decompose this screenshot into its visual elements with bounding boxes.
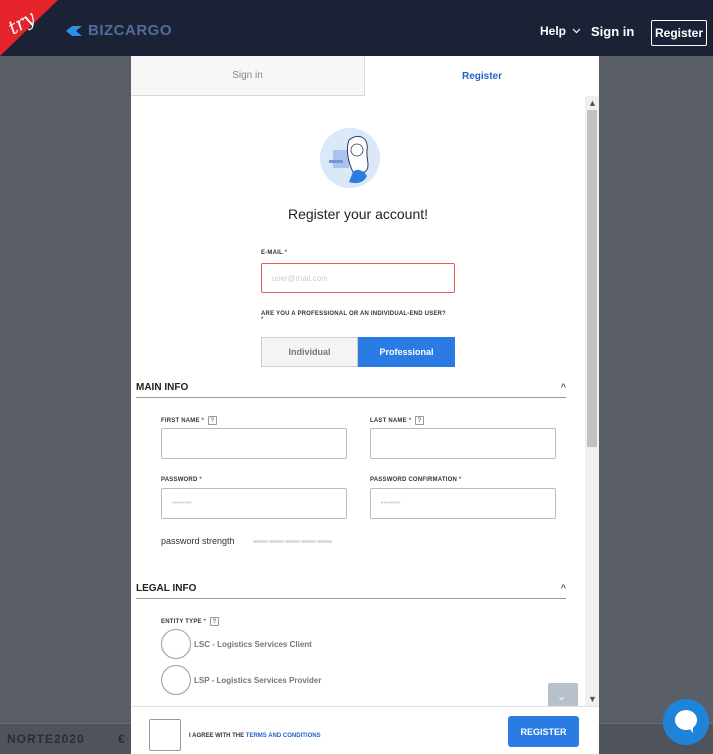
nav-signin-link[interactable]: Sign in	[591, 24, 634, 39]
last-name-label: LAST NAME * ?	[370, 416, 425, 425]
first-name-label-text: FIRST NAME	[161, 418, 200, 425]
professional-option-button[interactable]: Professional	[358, 337, 455, 367]
help-menu[interactable]: Help	[540, 24, 581, 38]
email-field[interactable]: user@mail.com	[261, 263, 455, 293]
legal-info-section-header[interactable]: LEGAL INFO ^	[136, 583, 566, 599]
scroll-down-arrow-icon[interactable]: ▼	[588, 694, 597, 704]
partner-logo-icon: €	[118, 732, 125, 746]
user-type-toggle: Individual Professional	[261, 337, 455, 367]
password-label-text: PASSWORD	[161, 477, 198, 483]
required-mark: *	[408, 418, 412, 425]
chevron-down-icon	[572, 28, 581, 34]
email-label-text: E-MAIL	[261, 250, 283, 256]
strength-bar	[253, 540, 268, 543]
chevron-up-icon[interactable]: ^	[561, 382, 566, 392]
password-confirmation-label-text: PASSWORD CONFIRMATION	[370, 477, 457, 483]
terms-checkbox[interactable]	[149, 719, 181, 751]
email-label: E-MAIL *	[261, 250, 287, 256]
last-name-field[interactable]	[370, 428, 556, 459]
chevron-down-icon: ⌄	[557, 691, 567, 703]
required-mark: *	[284, 250, 288, 256]
password-confirmation-placeholder: ••••••••	[381, 500, 401, 507]
try-ribbon[interactable]: try	[0, 0, 58, 56]
chevron-up-icon[interactable]: ^	[561, 583, 566, 593]
radio-button[interactable]	[161, 665, 191, 695]
help-icon[interactable]: ?	[210, 617, 220, 626]
brand-name: BIZCARGO	[88, 22, 172, 39]
password-confirmation-label: PASSWORD CONFIRMATION *	[370, 477, 461, 483]
legal-info-heading: LEGAL INFO	[136, 583, 197, 594]
tab-signin[interactable]: Sign in	[131, 56, 365, 96]
strength-bar	[301, 540, 316, 543]
register-illustration	[320, 128, 380, 188]
terms-link[interactable]: TERMS AND CONDITIONS	[246, 733, 321, 739]
entity-type-label-text: ENTITY TYPE	[161, 619, 202, 626]
strength-bar	[285, 540, 300, 543]
chat-button[interactable]	[663, 699, 709, 745]
modal-scrollbar[interactable]: ▲ ▼	[585, 96, 599, 706]
brand-logo[interactable]: BIZCARGO	[64, 22, 172, 39]
page-title: Register your account!	[287, 206, 429, 222]
individual-option-button[interactable]: Individual	[261, 337, 358, 367]
tab-register[interactable]: Register	[365, 56, 599, 96]
agree-prefix: I AGREE WITH THE	[189, 733, 245, 739]
required-mark: *	[261, 317, 264, 323]
strength-bar	[317, 540, 332, 543]
required-mark: *	[201, 418, 205, 425]
password-placeholder: ••••••••	[172, 500, 192, 507]
entity-type-label: ENTITY TYPE * ?	[161, 617, 220, 626]
chat-bubble-tail	[687, 725, 693, 733]
required-mark: *	[199, 477, 202, 483]
scroll-up-arrow-icon[interactable]: ▲	[588, 98, 597, 108]
required-mark: *	[203, 619, 207, 626]
chat-bubble-icon	[675, 710, 697, 730]
password-strength-meter	[253, 540, 332, 543]
entity-option-lsc[interactable]: LSC - Logistics Services Client	[161, 629, 312, 659]
first-name-field[interactable]	[161, 428, 347, 459]
entity-option-label: LSP - Logistics Services Provider	[194, 675, 322, 685]
entity-option-lsp[interactable]: LSP - Logistics Services Provider	[161, 665, 321, 695]
register-modal: Sign in Register ▲ ▼ Register your accou…	[131, 56, 599, 754]
entity-option-label: LSC - Logistics Services Client	[194, 639, 312, 649]
required-mark: *	[458, 477, 462, 483]
modal-footer: I AGREE WITH THE TERMS AND CONDITIONS RE…	[131, 706, 599, 754]
radio-button[interactable]	[161, 629, 191, 659]
terms-agreement-text: I AGREE WITH THE TERMS AND CONDITIONS	[189, 733, 321, 739]
register-submit-button[interactable]: REGISTER	[508, 716, 579, 747]
user-type-label: ARE YOU A PROFESSIONAL OR AN INDIVIDUAL-…	[261, 311, 501, 323]
nav-register-button[interactable]: Register	[651, 20, 707, 46]
last-name-label-text: LAST NAME	[370, 418, 407, 425]
help-icon[interactable]: ?	[207, 416, 217, 425]
user-type-question: ARE YOU A PROFESSIONAL OR AN INDIVIDUAL-…	[261, 311, 446, 317]
strength-bar	[269, 540, 284, 543]
scroll-thumb[interactable]	[587, 110, 597, 447]
top-navbar: try BIZCARGO Help Sign in Register	[0, 0, 713, 56]
password-label: PASSWORD *	[161, 477, 202, 483]
main-info-section-header[interactable]: MAIN INFO ^	[136, 382, 566, 398]
password-confirmation-field[interactable]: ••••••••	[370, 488, 556, 519]
help-icon[interactable]: ?	[415, 416, 425, 425]
password-field[interactable]: ••••••••	[161, 488, 347, 519]
norte2020-logo: NORTE2020	[7, 732, 85, 746]
password-strength-label: password strength	[161, 536, 235, 546]
help-label: Help	[540, 24, 567, 38]
auth-tabs: Sign in Register	[131, 56, 599, 96]
main-info-heading: MAIN INFO	[136, 382, 189, 393]
email-placeholder: user@mail.com	[272, 273, 328, 283]
first-name-label: FIRST NAME * ?	[161, 416, 217, 425]
bizcargo-logo-icon	[66, 25, 82, 36]
